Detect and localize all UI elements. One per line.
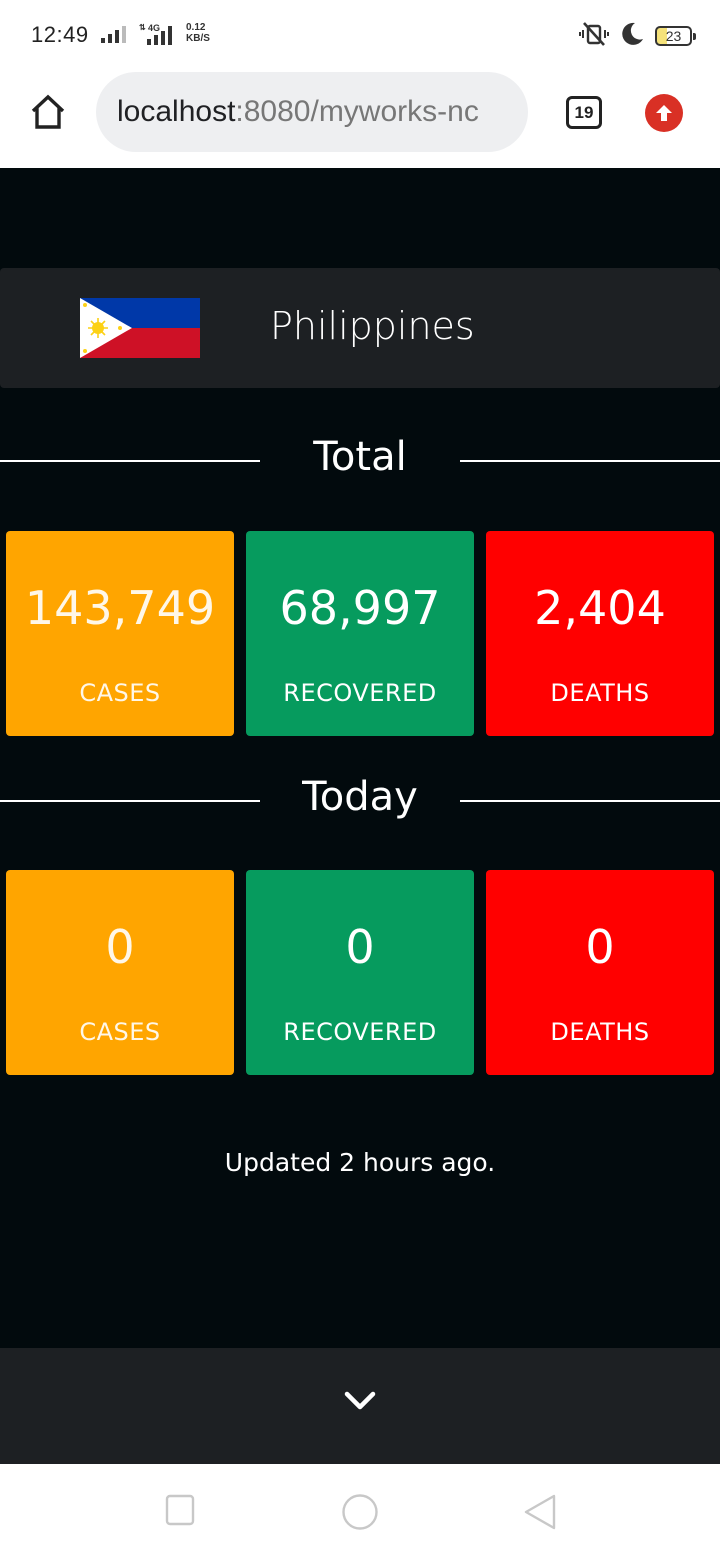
philippines-flag-icon	[80, 298, 200, 358]
net-speed-unit: KB/S	[186, 33, 210, 44]
total-cases-value: 143,749	[24, 581, 216, 635]
net-type-label: 4G	[148, 23, 160, 33]
net-speed: 0.12 KB/S	[186, 22, 210, 44]
system-nav-bar	[0, 1464, 720, 1560]
status-bar: 12:49 ⇅ 4G 0.12 KB/S 23	[0, 0, 720, 72]
net-speed-value: 0.12	[186, 22, 206, 33]
today-recovered-label: RECOVERED	[283, 1018, 437, 1046]
square-icon[interactable]	[165, 1494, 195, 1530]
url-host: localhost	[117, 95, 236, 128]
mobile-data-icon: ⇅ 4G	[137, 22, 179, 46]
today-recovered-value: 0	[345, 920, 375, 974]
tab-switcher-button[interactable]: 19	[566, 96, 602, 129]
chevron-down-icon[interactable]	[340, 1384, 380, 1416]
bottom-drawer-bar[interactable]	[0, 1348, 720, 1464]
today-deaths-value: 0	[585, 920, 615, 974]
total-recovered-label: RECOVERED	[283, 679, 437, 707]
today-deaths-label: DEATHS	[550, 1018, 650, 1046]
section-title-total: Total	[313, 434, 407, 480]
today-cases-value: 0	[105, 920, 135, 974]
total-recovered-value: 68,997	[279, 581, 441, 635]
total-cases-label: CASES	[79, 679, 161, 707]
do-not-disturb-moon-icon	[619, 21, 645, 51]
total-deaths-card: 2,404 DEATHS	[486, 531, 714, 736]
browser-toolbar: localhost:8080/myworks-nc 19	[0, 72, 720, 168]
signal-strength-icon	[100, 24, 130, 44]
battery-level: 23	[665, 28, 682, 44]
updated-timestamp: Updated 2 hours ago.	[224, 1148, 496, 1177]
total-recovered-card: 68,997 RECOVERED	[246, 531, 474, 736]
svg-text:⇅: ⇅	[139, 23, 146, 32]
circle-icon[interactable]	[341, 1493, 379, 1535]
update-arrow-icon[interactable]	[645, 94, 683, 132]
total-deaths-label: DEATHS	[550, 679, 650, 707]
country-selector[interactable]: Philippines	[0, 268, 720, 388]
divider-line	[0, 800, 260, 802]
status-time: 12:49	[31, 22, 89, 47]
total-deaths-value: 2,404	[534, 581, 666, 635]
divider-line	[460, 460, 720, 462]
tab-count: 19	[574, 102, 594, 122]
url-bar[interactable]: localhost:8080/myworks-nc	[96, 72, 528, 152]
country-name: Philippines	[270, 304, 475, 348]
today-section-header: Today	[0, 770, 720, 830]
today-cases-label: CASES	[79, 1018, 161, 1046]
vibrate-off-icon	[579, 20, 609, 52]
total-section-header: Total	[0, 430, 720, 490]
total-cases-card: 143,749 CASES	[6, 531, 234, 736]
triangle-back-icon[interactable]	[522, 1494, 558, 1534]
section-title-today: Today	[302, 774, 418, 820]
status-right-icons: 23	[579, 20, 696, 52]
home-icon[interactable]	[28, 92, 68, 132]
today-recovered-card: 0 RECOVERED	[246, 870, 474, 1075]
battery-icon: 23	[655, 26, 696, 46]
divider-line	[0, 460, 260, 462]
url-path: :8080/myworks-nc	[235, 95, 479, 128]
divider-line	[460, 800, 720, 802]
today-cases-card: 0 CASES	[6, 870, 234, 1075]
today-deaths-card: 0 DEATHS	[486, 870, 714, 1075]
